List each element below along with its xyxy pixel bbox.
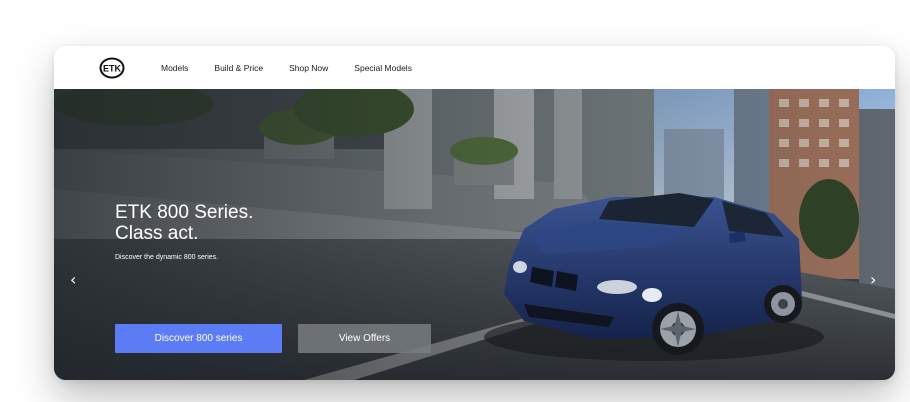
logo-text: ETK <box>103 64 122 74</box>
nav-item-models[interactable]: Models <box>161 63 188 73</box>
website-window: ETK Models Build & Price Shop Now Specia… <box>54 46 895 380</box>
hero-subtitle: Discover the dynamic 800 series. <box>115 254 219 261</box>
hero-title: ETK 800 Series. Class act. <box>115 202 375 244</box>
nav-item-shop-now[interactable]: Shop Now <box>289 63 328 73</box>
chevron-right-icon[interactable]: › <box>870 272 876 288</box>
nav-links: Models Build & Price Shop Now Special Mo… <box>161 46 438 89</box>
page: ETK Models Build & Price Shop Now Specia… <box>0 0 910 402</box>
hero-title-line1: ETK 800 Series. <box>115 202 254 223</box>
hero-carousel: ETK 800 Series. Class act. Discover the … <box>54 89 895 380</box>
chevron-left-icon[interactable]: ‹ <box>70 272 76 288</box>
nav-item-special-models[interactable]: Special Models <box>354 63 412 73</box>
discover-800-series-button[interactable]: Discover 800 series <box>115 324 282 353</box>
nav-item-build-price[interactable]: Build & Price <box>214 63 263 73</box>
top-navigation: ETK Models Build & Price Shop Now Specia… <box>54 46 895 89</box>
etk-logo[interactable]: ETK <box>99 55 125 81</box>
view-offers-button[interactable]: View Offers <box>298 324 431 353</box>
hero-title-line2: Class act. <box>115 223 199 244</box>
